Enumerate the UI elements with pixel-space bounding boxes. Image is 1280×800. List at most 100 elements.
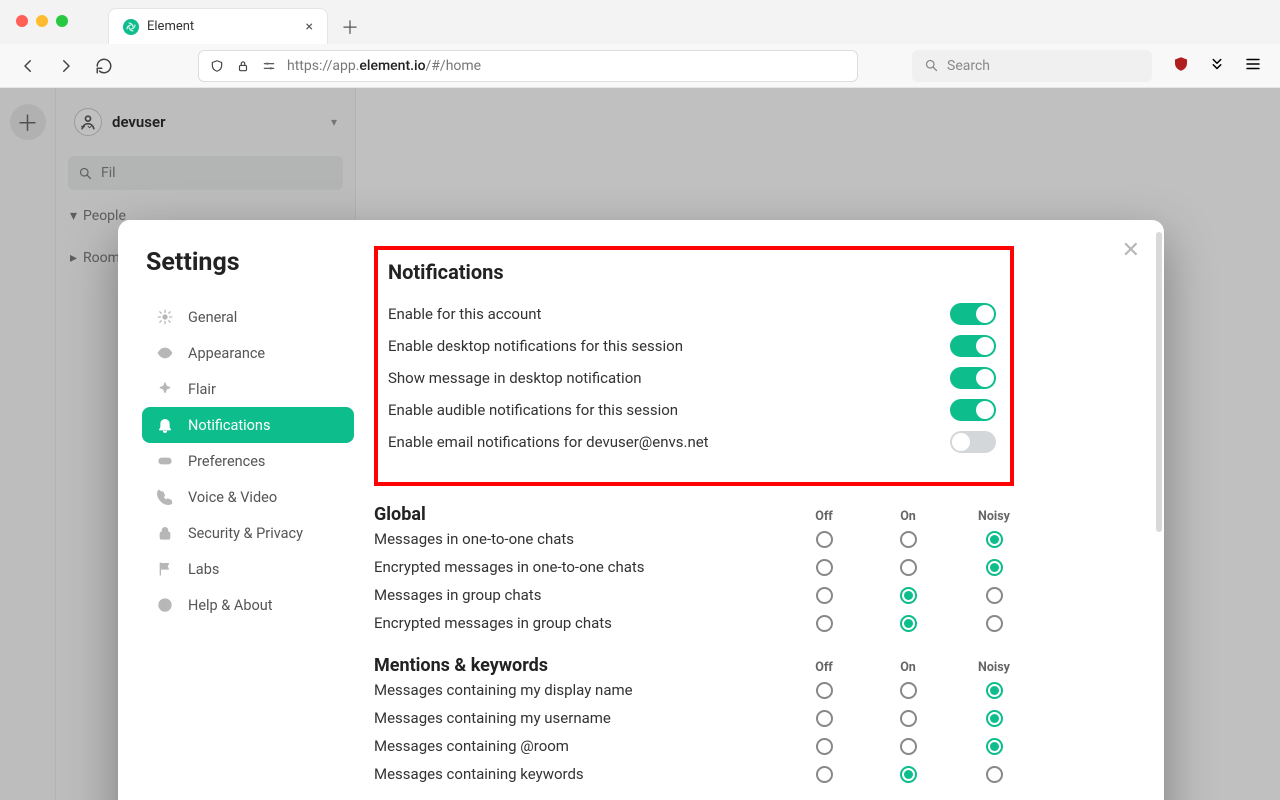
address-bar[interactable]: https://app.element.io/#/home <box>198 50 858 82</box>
scrollbar[interactable] <box>1156 232 1162 532</box>
nav-label: Preferences <box>188 453 265 470</box>
radio-off[interactable] <box>816 738 833 755</box>
radio-off[interactable] <box>816 559 833 576</box>
browser-tab-strip: Element × ＋ <box>0 0 1280 44</box>
close-tab-icon[interactable]: × <box>306 19 313 35</box>
column-header: Noisy <box>974 509 1014 524</box>
close-dialog-button[interactable]: ✕ <box>1122 238 1140 263</box>
settings-nav-preferences[interactable]: Preferences <box>142 443 354 479</box>
radio-on[interactable] <box>900 559 917 576</box>
settings-nav-security-privacy[interactable]: Security & Privacy <box>142 515 354 551</box>
column-header: Off <box>806 509 842 524</box>
toggle-switch[interactable] <box>950 335 996 357</box>
radio-on[interactable] <box>900 766 917 783</box>
url-host: element.io <box>359 58 425 74</box>
rule-label: Messages in one-to-one chats <box>374 530 806 548</box>
radio-off[interactable] <box>816 682 833 699</box>
radio-noisy[interactable] <box>986 615 1003 632</box>
radio-noisy[interactable] <box>986 587 1003 604</box>
settings-nav-general[interactable]: General <box>142 299 354 335</box>
minimize-window-dot[interactable] <box>36 15 48 27</box>
close-window-dot[interactable] <box>16 15 28 27</box>
radio-noisy[interactable] <box>986 766 1003 783</box>
browser-tab-active[interactable]: Element × <box>108 8 328 44</box>
radio-on[interactable] <box>900 531 917 548</box>
toggle-row: Show message in desktop notification <box>388 362 996 394</box>
browser-tab-title: Element <box>147 19 298 34</box>
rule-row: Messages containing my display name <box>374 676 1014 704</box>
radio-noisy[interactable] <box>986 682 1003 699</box>
eye-icon <box>156 344 174 362</box>
gear-icon <box>156 308 174 326</box>
toggle-switch[interactable] <box>950 303 996 325</box>
rule-label: Messages containing @room <box>374 737 806 755</box>
flag-icon <box>156 560 174 578</box>
menu-icon[interactable] <box>1244 55 1262 77</box>
lock-icon <box>156 524 174 542</box>
overflow-icon[interactable] <box>1208 55 1226 77</box>
browser-search-box[interactable]: Search <box>912 50 1152 82</box>
radio-on[interactable] <box>900 738 917 755</box>
toggle-switch[interactable] <box>950 431 996 453</box>
nav-label: Help & About <box>188 597 273 614</box>
radio-noisy[interactable] <box>986 559 1003 576</box>
rule-label: Encrypted messages in one-to-one chats <box>374 558 806 576</box>
rule-label: Messages containing my username <box>374 709 806 727</box>
ublock-icon[interactable] <box>1172 55 1190 77</box>
permissions-icon[interactable] <box>261 58 277 74</box>
toggle-switch[interactable] <box>950 367 996 389</box>
radio-on[interactable] <box>900 587 917 604</box>
toggle-row: Enable email notifications for devuser@e… <box>388 426 996 458</box>
radio-off[interactable] <box>816 766 833 783</box>
window-controls[interactable] <box>16 15 68 27</box>
radio-off[interactable] <box>816 587 833 604</box>
radio-off[interactable] <box>816 710 833 727</box>
maximize-window-dot[interactable] <box>56 15 68 27</box>
settings-nav-flair[interactable]: Flair <box>142 371 354 407</box>
search-placeholder: Search <box>947 58 990 74</box>
rule-group: Mentions & keywordsOffOnNoisyMessages co… <box>374 655 1014 788</box>
forward-button[interactable] <box>52 52 80 80</box>
shield-icon <box>209 58 225 74</box>
rule-label: Encrypted messages in group chats <box>374 614 806 632</box>
lock-icon <box>235 58 251 74</box>
back-button[interactable] <box>14 52 42 80</box>
settings-nav-voice-video[interactable]: Voice & Video <box>142 479 354 515</box>
rule-row: Messages containing keywords <box>374 760 1014 788</box>
settings-title: Settings <box>142 248 354 277</box>
toggle-switch[interactable] <box>950 399 996 421</box>
nav-label: Flair <box>188 381 216 398</box>
column-header: Noisy <box>974 660 1014 675</box>
radio-on[interactable] <box>900 710 917 727</box>
rule-label: Messages containing keywords <box>374 765 806 783</box>
settings-nav: Settings General Appearance Flair Notificat… <box>118 220 358 800</box>
settings-dialog: Settings General Appearance Flair Notificat… <box>118 220 1164 800</box>
rule-row: Encrypted messages in one-to-one chats <box>374 553 1014 581</box>
toggle-label: Enable audible notifications for this se… <box>388 401 678 419</box>
reload-button[interactable] <box>90 52 118 80</box>
toggle-label: Enable email notifications for devuser@e… <box>388 433 709 451</box>
radio-noisy[interactable] <box>986 531 1003 548</box>
nav-label: Appearance <box>188 345 265 362</box>
rule-label: Messages in group chats <box>374 586 806 604</box>
radio-on[interactable] <box>900 682 917 699</box>
settings-nav-help-about[interactable]: Help & About <box>142 587 354 623</box>
sparkle-icon <box>156 380 174 398</box>
rule-row: Messages containing @room <box>374 732 1014 760</box>
radio-off[interactable] <box>816 615 833 632</box>
radio-noisy[interactable] <box>986 738 1003 755</box>
radio-on[interactable] <box>900 615 917 632</box>
new-tab-button[interactable]: ＋ <box>336 13 364 41</box>
radio-noisy[interactable] <box>986 710 1003 727</box>
browser-toolbar: https://app.element.io/#/home Search <box>0 44 1280 88</box>
settings-nav-notifications[interactable]: Notifications <box>142 407 354 443</box>
nav-label: General <box>188 309 237 326</box>
group-title: Global <box>374 504 426 525</box>
settings-nav-appearance[interactable]: Appearance <box>142 335 354 371</box>
column-headers: OffOnNoisy <box>806 660 1014 675</box>
radio-off[interactable] <box>816 531 833 548</box>
help-icon <box>156 596 174 614</box>
rule-row: Messages containing my username <box>374 704 1014 732</box>
settings-nav-labs[interactable]: Labs <box>142 551 354 587</box>
rule-row: Messages in one-to-one chats <box>374 525 1014 553</box>
